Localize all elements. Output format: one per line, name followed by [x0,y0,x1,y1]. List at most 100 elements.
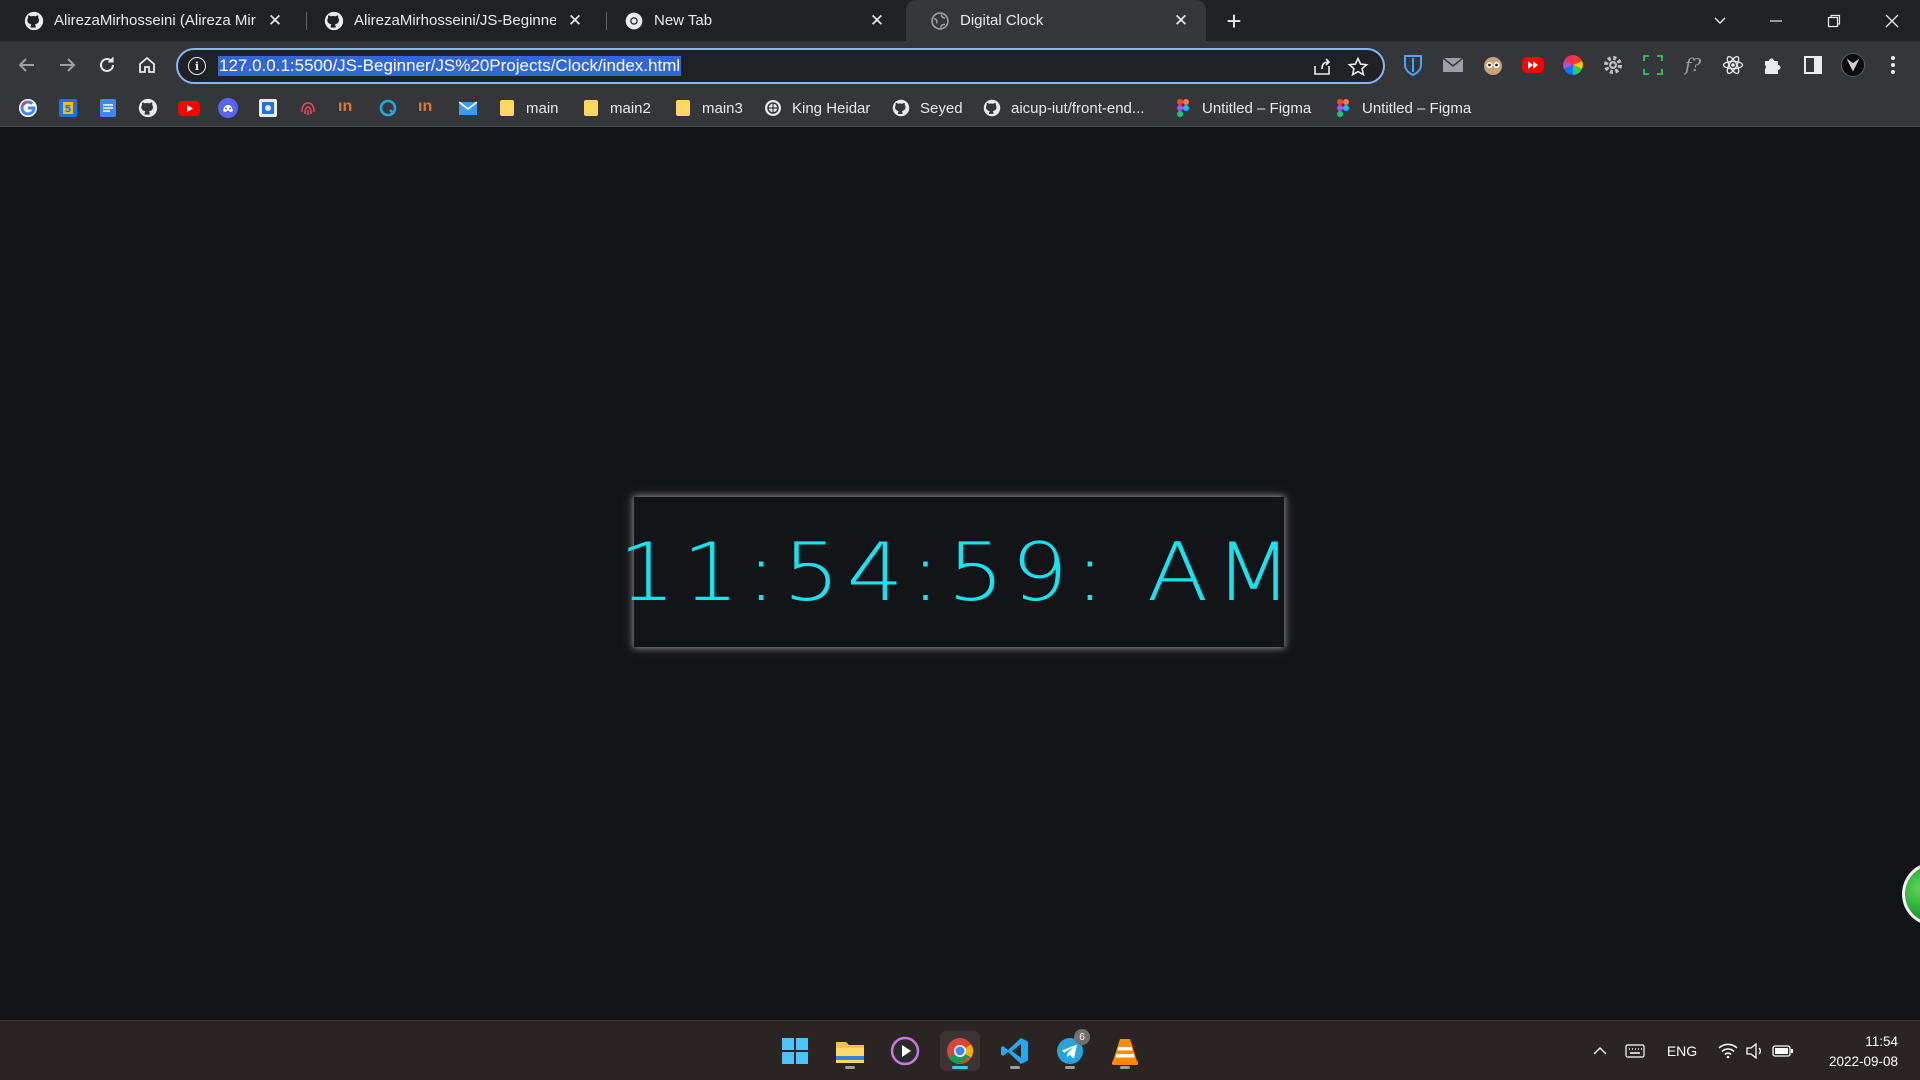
tab-title: Digital Clock [960,12,1044,29]
battery-icon[interactable] [1770,1039,1796,1063]
wifi-icon[interactable] [1716,1039,1740,1063]
address-bar[interactable]: i 127.0.0.1:5500/JS-Beginner/JS%20Projec… [176,48,1385,84]
vlc-button[interactable] [1105,1031,1145,1071]
formula-icon[interactable]: f? [1681,53,1705,77]
telegram-button[interactable]: 6 [1050,1029,1090,1071]
file-explorer-button[interactable] [830,1031,870,1071]
running-indicator [1120,1066,1130,1069]
start-button[interactable] [775,1031,815,1071]
bookmark-folder-main3[interactable]: main3 [676,98,743,118]
reload-icon [100,57,114,72]
bookmark-figma-2[interactable]: Untitled – Figma [1334,98,1471,118]
youtube-icon[interactable] [178,98,200,118]
system-time: 11:54 [1865,1034,1898,1049]
q-icon[interactable] [378,98,398,118]
vscode-button[interactable] [995,1031,1035,1071]
figma-icon [1337,99,1349,117]
back-button[interactable] [11,49,43,81]
chrome-icon [947,1038,974,1065]
media-player-icon [890,1036,920,1066]
new-tab-button[interactable]: + [1220,6,1248,36]
tab-js-beginner[interactable]: AlirezaMirhosseini/JS-Beginner: simple ✕ [300,0,600,41]
windows-taskbar: 6 ENG 11:54 2022-09-08 [0,1020,1920,1080]
tab-github-profile[interactable]: AlirezaMirhosseini (Alireza Mirhosseini)… [0,0,300,41]
system-clock[interactable]: 11:54 2022-09-08 [1829,1032,1898,1072]
figma-icon [1177,99,1189,117]
bookmark-label: King Heidar [792,99,871,117]
vscode-icon [1001,1038,1028,1064]
media-player-button[interactable] [885,1031,925,1071]
in-icon[interactable]: ın [338,98,358,118]
reload-button[interactable] [91,49,123,81]
tab-digital-clock[interactable]: Digital Clock ✕ [906,0,1206,41]
tab-title: AlirezaMirhosseini (Alireza Mirhosseini) [54,12,256,29]
active-indicator [952,1066,968,1069]
home-icon [139,56,155,73]
windows-start-icon [782,1038,808,1064]
chevron-up-icon [1593,1047,1607,1055]
menu-dots-icon[interactable] [1881,53,1905,77]
gear-icon[interactable] [1601,53,1625,77]
youtube-ext-icon[interactable] [1521,53,1545,77]
running-indicator [1010,1066,1020,1069]
url-text[interactable]: 127.0.0.1:5500/JS-Beginner/JS%20Projects… [218,56,682,76]
google-icon[interactable] [18,98,38,118]
mail-icon[interactable] [1441,53,1465,77]
tab-search-button[interactable] [1692,0,1748,41]
bookmark-star-icon[interactable] [1347,56,1369,78]
folder-icon [676,100,690,116]
google-docs-icon[interactable] [98,98,118,118]
bookmark-king-heidar[interactable]: King Heidar [764,98,870,118]
digital-clock-display: 11:54:59: AM [618,525,1300,619]
github-icon[interactable] [138,98,158,118]
screenshot-icon[interactable] [1641,53,1665,77]
mail-icon[interactable] [458,98,478,118]
svg-text:5: 5 [65,104,72,115]
folder-icon [584,100,598,116]
react-icon[interactable] [1721,53,1745,77]
discord-icon[interactable] [218,98,238,118]
close-icon[interactable]: ✕ [1170,10,1192,32]
touch-keyboard-button[interactable] [1622,1039,1648,1063]
minimize-button[interactable] [1748,0,1804,41]
close-icon[interactable]: ✕ [264,10,286,32]
bookmark-folder-main[interactable]: main [500,98,559,118]
google-sheets-icon[interactable]: 5 [58,98,78,118]
share-icon[interactable] [1311,56,1333,78]
extensions-puzzle-icon[interactable] [1761,53,1785,77]
profile-avatar[interactable] [1841,53,1865,77]
close-icon[interactable]: ✕ [564,10,586,32]
bitwarden-shield-icon[interactable] [1401,53,1425,77]
chrome-taskbar-button[interactable] [940,1031,980,1071]
restore-button[interactable] [1806,0,1862,41]
bookmark-aicup[interactable]: aicup-iut/front-end... [983,98,1144,118]
info-icon[interactable]: i [188,57,206,75]
in-icon[interactable]: ın [418,98,438,118]
app-icon[interactable] [258,98,278,118]
folder-icon [500,100,514,116]
volume-icon[interactable] [1744,1039,1766,1063]
owl-icon[interactable] [1481,53,1505,77]
tab-new-tab[interactable]: New Tab ✕ [600,0,902,41]
forward-button[interactable] [51,49,83,81]
running-indicator [1065,1066,1075,1069]
back-arrow-icon [18,58,34,72]
bookmark-seyed[interactable]: Seyed [892,98,963,118]
bookmark-label: main3 [702,99,743,117]
input-language-indicator[interactable]: ENG [1664,1039,1700,1063]
close-window-button[interactable] [1864,0,1920,41]
color-wheel-icon[interactable] [1561,53,1585,77]
github-icon [892,99,910,117]
bookmark-folder-main2[interactable]: main2 [584,98,651,118]
fingerprint-icon[interactable] [298,98,318,118]
running-indicator [845,1066,855,1069]
bookmark-label: Seyed [920,99,963,117]
home-button[interactable] [131,49,163,81]
bookmark-label: Untitled – Figma [1362,99,1472,117]
restore-icon [1827,14,1841,27]
floating-widget-button[interactable] [1902,862,1920,926]
side-panel-icon[interactable] [1801,53,1825,77]
show-hidden-icons-button[interactable] [1588,1039,1612,1063]
close-icon[interactable]: ✕ [866,10,888,32]
bookmark-figma-1[interactable]: Untitled – Figma [1174,98,1311,118]
